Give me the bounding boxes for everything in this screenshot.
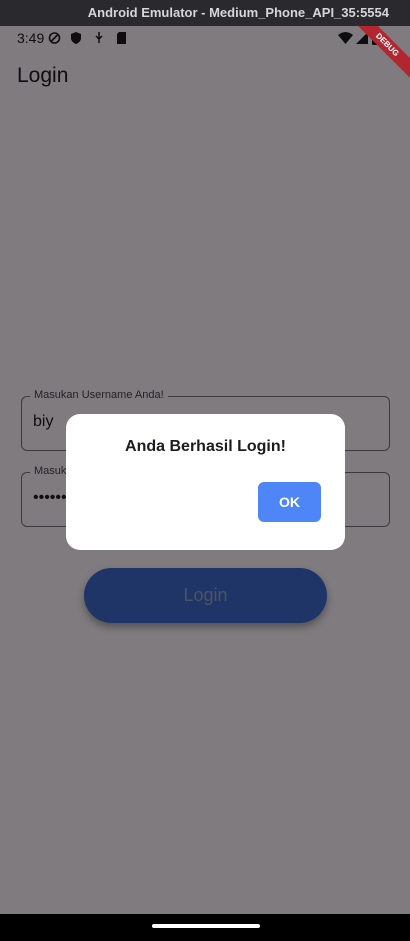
ok-button[interactable]: OK — [258, 482, 321, 522]
home-gesture-handle[interactable] — [152, 924, 260, 928]
dialog-message: Anda Berhasil Login! — [125, 438, 286, 455]
navigation-bar — [0, 914, 410, 941]
window-title: Android Emulator - Medium_Phone_API_35:5… — [87, 5, 389, 20]
alert-dialog: Anda Berhasil Login! OK — [66, 414, 345, 550]
phone-screen: 3:49 Login Masukan Username Anda! biy — [0, 26, 410, 914]
emulator-title-bar: Android Emulator - Medium_Phone_API_35:5… — [0, 0, 410, 26]
